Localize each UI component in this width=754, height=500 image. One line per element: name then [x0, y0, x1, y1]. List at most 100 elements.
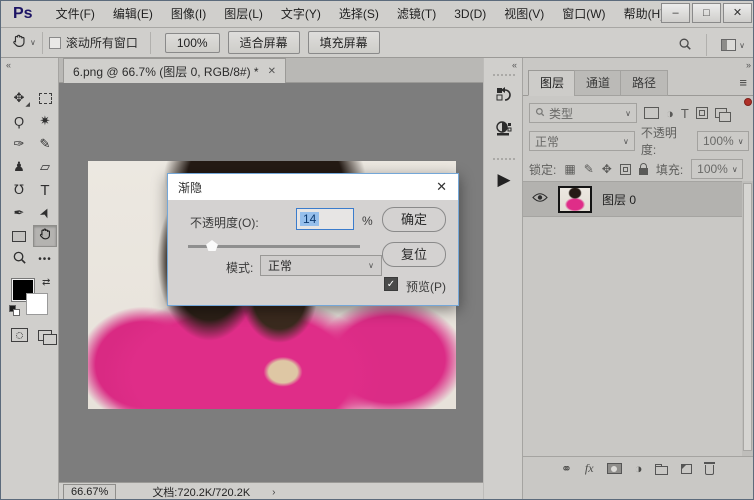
- hand-tool-selected[interactable]: [33, 225, 57, 247]
- quick-mask-button[interactable]: [7, 324, 31, 346]
- blend-mode-dropdown[interactable]: 正常 ∨: [529, 131, 635, 151]
- document-tab-bar: 6.png @ 66.7% (图层 0, RGB/8#) * ✕: [59, 58, 483, 83]
- visibility-eye-icon[interactable]: [532, 192, 548, 206]
- dialog-close-icon[interactable]: ✕: [436, 179, 447, 195]
- history-panel-icon[interactable]: [484, 86, 524, 107]
- lock-artboard-icon[interactable]: [619, 163, 631, 175]
- ok-button[interactable]: 确定: [382, 207, 446, 232]
- lasso-tool[interactable]: Ϙ: [7, 110, 31, 132]
- new-group-icon[interactable]: [655, 463, 669, 475]
- lock-pixels-icon[interactable]: ✎: [584, 162, 594, 176]
- minimize-button[interactable]: –: [661, 3, 690, 23]
- filter-pixel-layers-icon[interactable]: [644, 107, 659, 119]
- lock-all-icon[interactable]: [638, 163, 648, 175]
- path-select-tool[interactable]: ➤: [33, 202, 57, 224]
- panel-menu-icon[interactable]: ≡: [739, 75, 747, 90]
- scroll-all-windows-checkbox[interactable]: [48, 36, 61, 49]
- layer-style-fx-icon[interactable]: fx: [585, 461, 594, 476]
- dialog-title: 渐隐: [178, 180, 203, 195]
- zoom-100-button[interactable]: 100%: [164, 32, 220, 53]
- marquee-icon: [38, 92, 52, 104]
- eyedropper-tool[interactable]: ✑: [7, 133, 31, 155]
- tab-close-icon[interactable]: ✕: [268, 66, 276, 77]
- swap-colors-icon[interactable]: ⇄: [42, 277, 50, 288]
- menu-select[interactable]: 选择(S): [330, 1, 388, 27]
- brush-tool[interactable]: ✎: [33, 133, 57, 155]
- menu-3d[interactable]: 3D(D): [445, 1, 495, 27]
- collapse-panel-icon[interactable]: »: [746, 60, 751, 70]
- background-color-swatch[interactable]: [26, 293, 48, 315]
- fill-dropdown[interactable]: 100% ∨: [691, 159, 744, 179]
- tab-layers[interactable]: 图层: [528, 70, 577, 96]
- status-chevron-icon[interactable]: ›: [272, 487, 275, 498]
- fill-screen-button[interactable]: 填充屏幕: [307, 31, 380, 54]
- search-icon[interactable]: [678, 37, 692, 54]
- menu-view[interactable]: 视图(V): [495, 1, 553, 27]
- pen-tool[interactable]: ✒: [7, 202, 31, 224]
- filter-type-icon[interactable]: T: [681, 106, 689, 121]
- scrollbar-thumb[interactable]: [743, 183, 752, 451]
- expand-dock-icon[interactable]: «: [512, 60, 517, 70]
- menu-type[interactable]: 文字(Y): [272, 1, 330, 27]
- paint-bucket-tool[interactable]: ℧: [7, 179, 31, 201]
- filter-smart-object-icon[interactable]: [714, 108, 731, 122]
- menu-filter[interactable]: 滤镜(T): [388, 1, 445, 27]
- opacity-slider[interactable]: [188, 240, 360, 251]
- actions-play-icon[interactable]: ▶: [484, 170, 524, 190]
- close-button[interactable]: ✕: [723, 3, 752, 23]
- new-layer-icon[interactable]: [681, 463, 693, 474]
- collapse-tools-icon[interactable]: «: [6, 60, 11, 70]
- fit-screen-button[interactable]: 适合屏幕: [227, 31, 300, 54]
- new-adjustment-layer-icon[interactable]: ◑: [635, 461, 643, 476]
- shape-tool[interactable]: [7, 225, 31, 247]
- preview-checkbox[interactable]: ✓: [384, 277, 398, 291]
- menu-window[interactable]: 窗口(W): [553, 1, 614, 27]
- panel-scrollbar[interactable]: [742, 181, 753, 456]
- reset-button[interactable]: 复位: [382, 242, 446, 267]
- ps-logo: Ps: [13, 5, 33, 22]
- filter-shape-icon[interactable]: [695, 107, 708, 119]
- marquee-tool[interactable]: [33, 87, 57, 109]
- dialog-title-bar[interactable]: 渐隐: [168, 174, 458, 200]
- link-layers-icon[interactable]: ⚭: [561, 461, 572, 477]
- filter-toggle-pin[interactable]: [744, 98, 752, 106]
- lock-position-icon[interactable]: ✥: [602, 162, 612, 176]
- layer-filter-row: 类型 ∨ ◑ T: [523, 98, 753, 124]
- layer-thumbnail[interactable]: [558, 185, 592, 213]
- menu-edit[interactable]: 编辑(E): [104, 1, 162, 27]
- zoom-tool[interactable]: [7, 248, 31, 270]
- menu-file[interactable]: 文件(F): [47, 1, 104, 27]
- default-colors-icon[interactable]: [9, 305, 20, 316]
- mode-dropdown[interactable]: 正常 ∨: [260, 255, 382, 276]
- screen-mode-button[interactable]: [33, 324, 57, 346]
- move-tool[interactable]: ✥ ◢: [7, 87, 31, 109]
- layer-name[interactable]: 图层 0: [602, 191, 636, 208]
- menu-image[interactable]: 图像(I): [162, 1, 215, 27]
- opacity-input[interactable]: 14: [296, 208, 354, 230]
- opacity-dropdown[interactable]: 100% ∨: [697, 131, 749, 151]
- workspace-switcher[interactable]: ∨: [721, 39, 745, 51]
- adjustments-panel-icon[interactable]: [484, 120, 524, 141]
- document-tab[interactable]: 6.png @ 66.7% (图层 0, RGB/8#) * ✕: [63, 58, 286, 83]
- delete-layer-icon[interactable]: [704, 462, 716, 475]
- lock-transparency-icon[interactable]: ▦: [564, 162, 575, 176]
- tab-channels[interactable]: 通道: [574, 70, 623, 96]
- eraser-tool[interactable]: ▱: [33, 156, 57, 178]
- maximize-button[interactable]: □: [692, 3, 721, 23]
- zoom-level-field[interactable]: 66.67%: [63, 484, 117, 499]
- add-mask-icon[interactable]: [606, 463, 622, 474]
- filter-adjustment-icon[interactable]: ◑: [666, 106, 674, 121]
- chevron-down-icon: ∨: [368, 261, 374, 270]
- slider-thumb[interactable]: [206, 240, 218, 251]
- menu-layer[interactable]: 图层(L): [215, 1, 272, 27]
- filter-label: 类型: [549, 106, 574, 121]
- tab-paths[interactable]: 路径: [620, 70, 669, 96]
- layer-row[interactable]: 图层 0: [523, 181, 753, 217]
- edit-toolbar-button[interactable]: •••: [33, 248, 57, 270]
- hand-tool-preset[interactable]: ∨: [11, 33, 36, 53]
- clone-stamp-tool[interactable]: ♟: [7, 156, 31, 178]
- type-tool[interactable]: T: [33, 179, 57, 201]
- magic-wand-tool[interactable]: ✷: [33, 110, 57, 132]
- scroll-all-windows-label: 滚动所有窗口: [65, 36, 138, 50]
- filter-type-dropdown[interactable]: 类型 ∨: [529, 103, 637, 123]
